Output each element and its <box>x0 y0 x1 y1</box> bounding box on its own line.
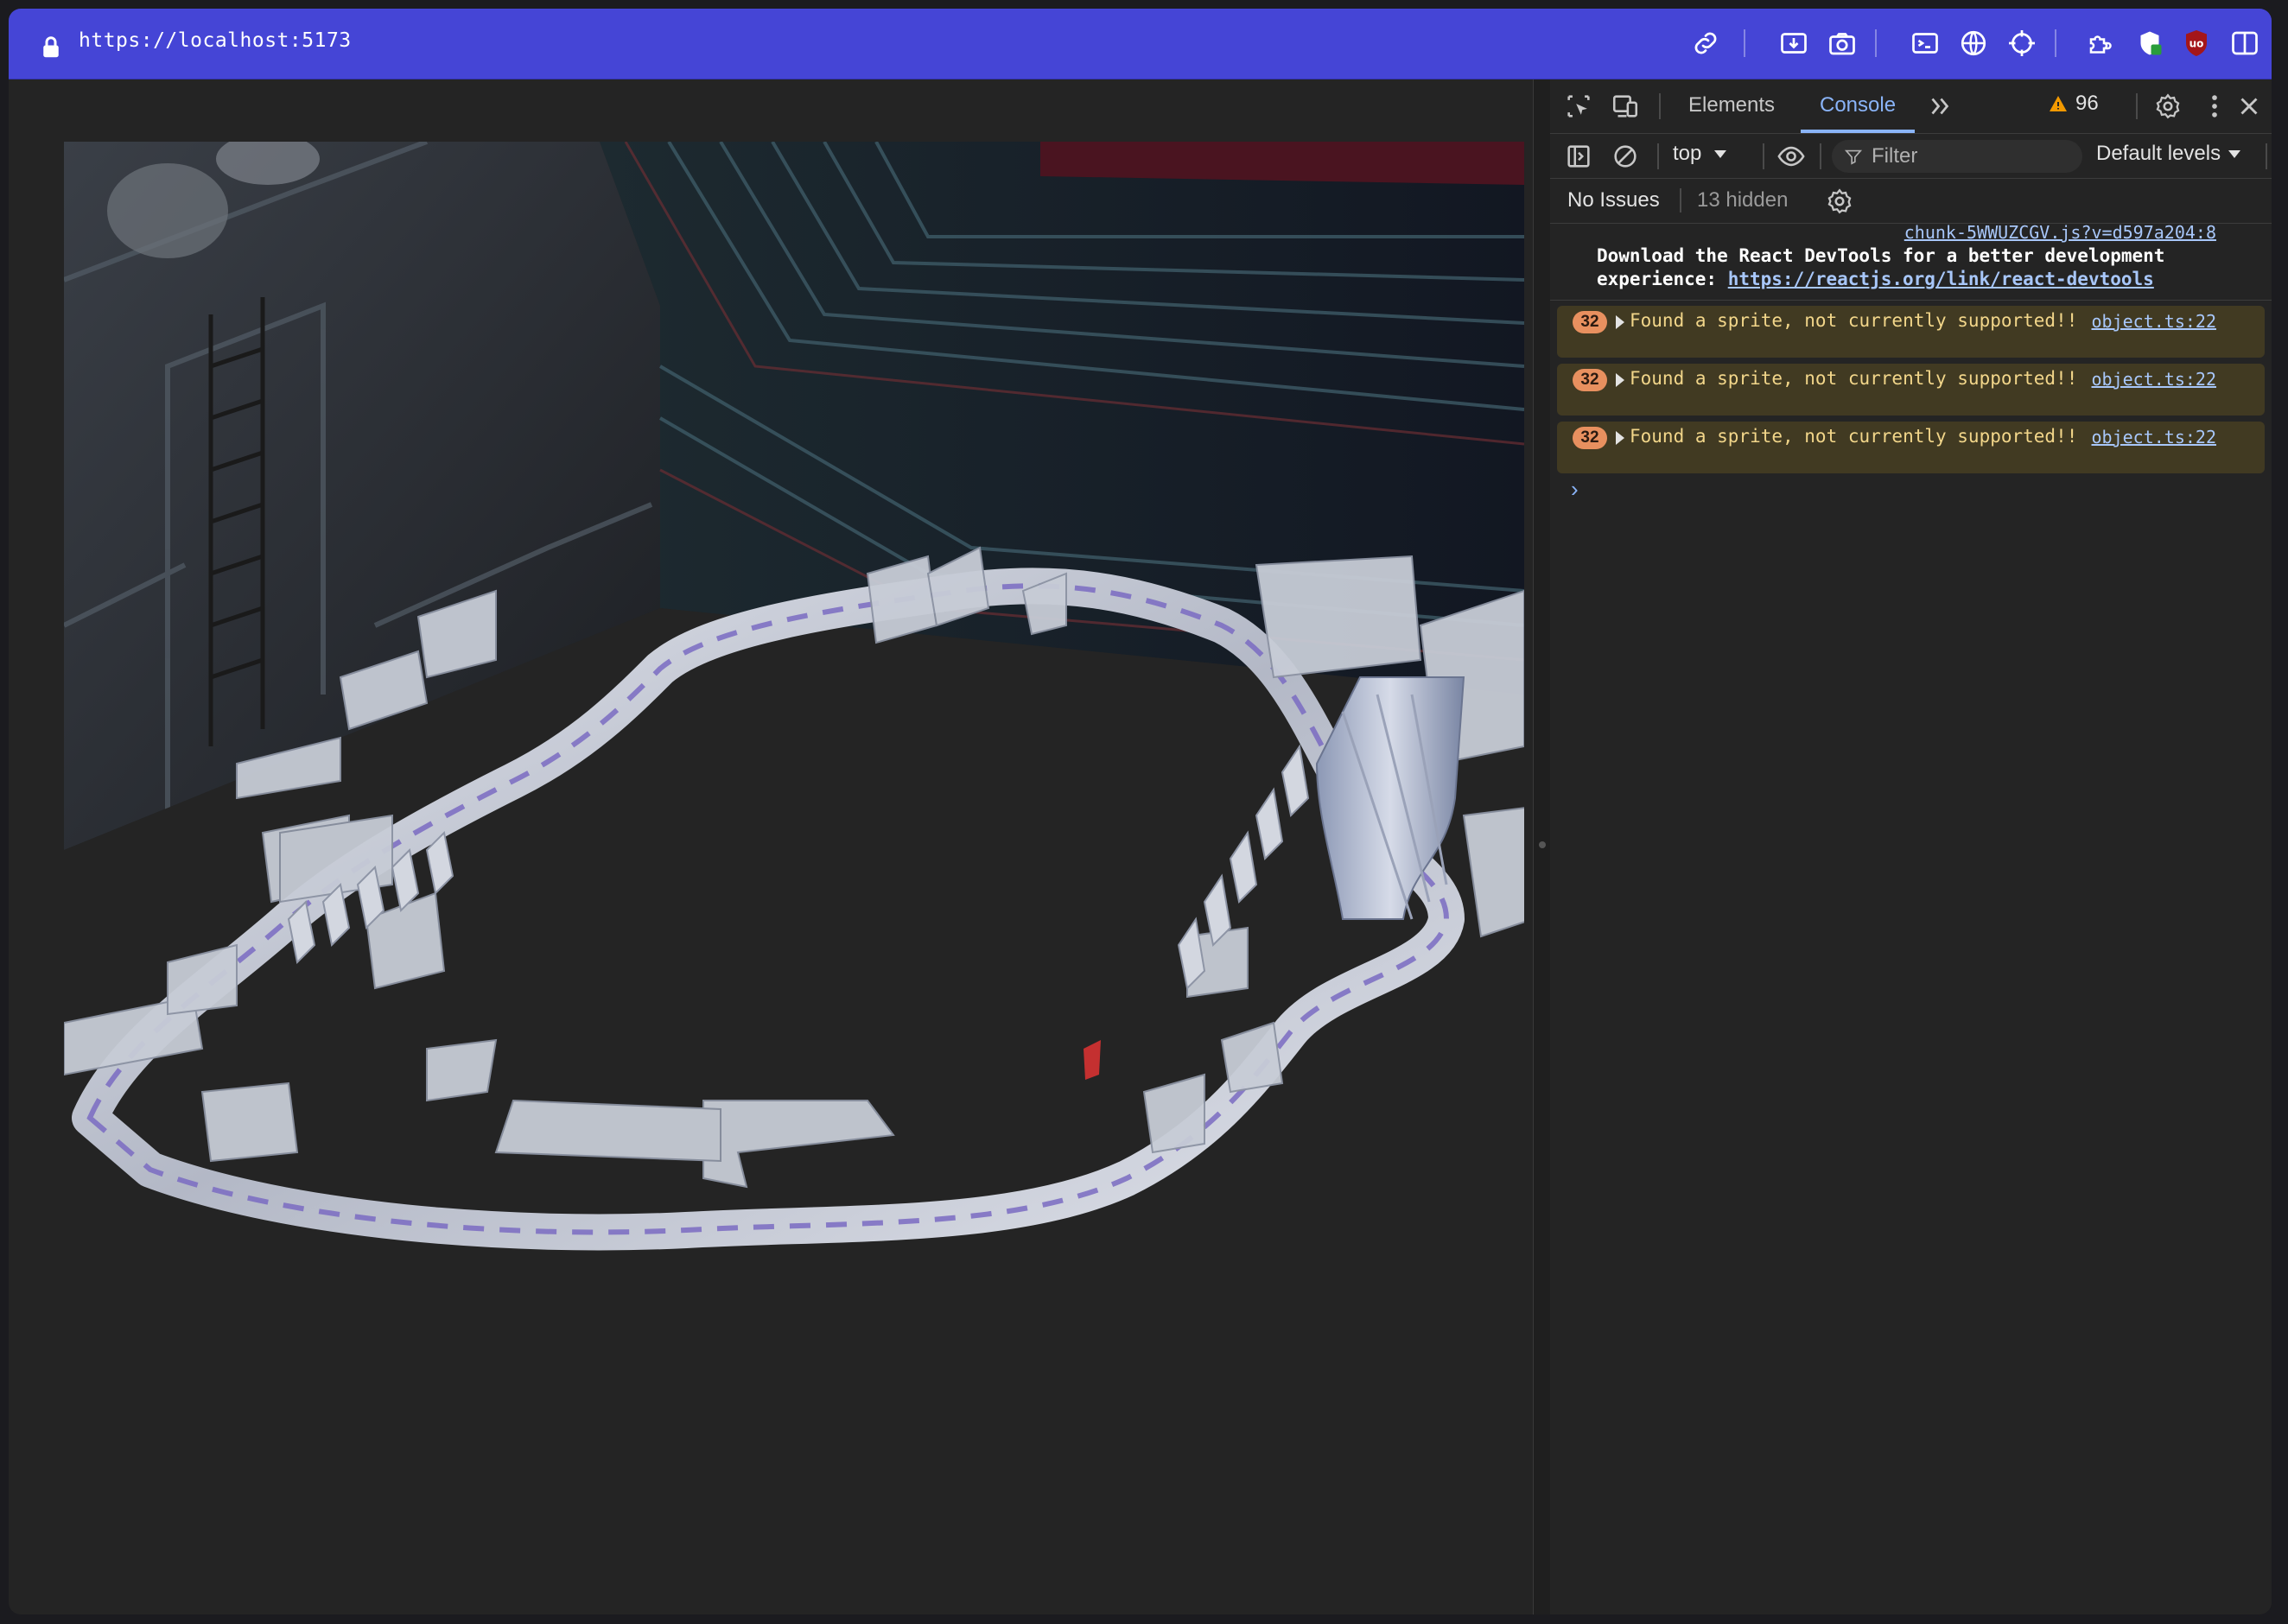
download-icon[interactable] <box>1778 28 1809 59</box>
context-value: top <box>1673 142 1702 165</box>
globe-icon[interactable] <box>1958 28 1989 59</box>
console-warning-message[interactable]: 32 Found a sprite, not currently support… <box>1557 306 2265 358</box>
shield-icon[interactable] <box>2134 28 2165 59</box>
toolbar-separator <box>1680 188 1681 213</box>
console-toolbar: top Default levels <box>1550 133 2272 179</box>
message-source-link[interactable]: object.ts:22 <box>2092 369 2217 390</box>
3d-viewport[interactable] <box>9 79 1533 1614</box>
warning-text: Found a sprite, not currently supported!… <box>1630 368 2078 389</box>
warning-text: Found a sprite, not currently supported!… <box>1630 310 2078 331</box>
warnings-counter[interactable]: 96 <box>2048 92 2099 116</box>
warning-text: Found a sprite, not currently supported!… <box>1630 426 2078 447</box>
browser-window: https://localhost:5173 uo Elements Conso… <box>9 9 2272 1614</box>
devtools-panel: Elements Console 96 top Filter Default l… <box>1550 79 2272 1614</box>
eye-icon[interactable] <box>1776 142 1806 171</box>
warning-icon <box>2050 96 2067 111</box>
console-warning-message[interactable]: 32 Found a sprite, not currently support… <box>1557 422 2265 473</box>
chevron-down-icon <box>1714 150 1727 158</box>
more-tabs-icon[interactable] <box>1925 92 1954 121</box>
message-source-link[interactable]: object.ts:22 <box>2092 427 2217 447</box>
repeat-count-badge: 32 <box>1573 427 1607 449</box>
browser-toolbar: https://localhost:5173 uo <box>9 9 2272 79</box>
message-source-link[interactable]: object.ts:22 <box>2092 311 2217 332</box>
hidden-messages-count: 13 hidden <box>1697 188 1789 212</box>
toolbar-separator <box>2266 143 2267 169</box>
console-prompt[interactable]: › <box>1571 476 1579 503</box>
chevron-down-icon <box>2228 150 2241 158</box>
warnings-count: 96 <box>2075 92 2099 115</box>
svg-text:uo: uo <box>2189 38 2204 50</box>
toolbar-separator <box>1657 143 1659 169</box>
inspect-icon[interactable] <box>1564 92 1593 121</box>
crosshair-icon[interactable] <box>2006 28 2037 59</box>
toolbar-separator <box>2136 93 2138 119</box>
issues-status[interactable]: No Issues <box>1567 188 1660 213</box>
extensions-icon[interactable] <box>2086 28 2117 59</box>
address-bar-url[interactable]: https://localhost:5173 <box>79 29 352 52</box>
settings-icon[interactable] <box>2153 92 2183 121</box>
toolbar-separator <box>1763 143 1764 169</box>
console-messages: chunk-5WWUZCGV.js?v=d597a204:8 Download … <box>1550 222 2272 502</box>
link-icon[interactable] <box>1690 28 1721 59</box>
toolbar-separator <box>1820 143 1821 169</box>
tab-elements[interactable]: Elements <box>1688 93 1775 117</box>
panel-resize-handle[interactable] <box>1533 79 1552 1614</box>
lock-icon[interactable] <box>38 35 64 60</box>
close-icon[interactable] <box>2234 92 2264 121</box>
message-source-link[interactable]: chunk-5WWUZCGV.js?v=d597a204:8 <box>1904 222 2216 243</box>
filter-icon <box>1844 149 1863 165</box>
ublock-icon[interactable]: uo <box>2181 28 2212 59</box>
toolbar-separator <box>1875 29 1877 57</box>
message-text: Download the React DevTools for a better… <box>1597 244 2202 291</box>
console-info-message: chunk-5WWUZCGV.js?v=d597a204:8 Download … <box>1550 222 2272 301</box>
repeat-count-badge: 32 <box>1573 311 1607 333</box>
issues-bar: No Issues 13 hidden <box>1550 178 2272 224</box>
repeat-count-badge: 32 <box>1573 369 1607 391</box>
react-devtools-link[interactable]: https://reactjs.org/link/react-devtools <box>1728 269 2154 289</box>
clear-icon[interactable] <box>1611 142 1640 171</box>
device-icon[interactable] <box>1611 92 1640 121</box>
dock-icon[interactable] <box>1564 142 1593 171</box>
devtools-tab-bar: Elements Console 96 <box>1550 79 2272 134</box>
gear-icon[interactable] <box>1825 187 1852 214</box>
terminal-icon[interactable] <box>1910 28 1941 59</box>
3d-track-scene[interactable] <box>64 142 1524 1316</box>
toolbar-separator <box>1659 93 1661 119</box>
toolbar-separator <box>1744 29 1745 57</box>
sidebar-icon[interactable] <box>2229 28 2260 59</box>
filter-input[interactable] <box>1870 143 2063 169</box>
filter-input-wrapper[interactable] <box>1832 140 2082 173</box>
tab-console[interactable]: Console <box>1820 93 1896 117</box>
resize-grip-dot <box>1539 841 1546 848</box>
console-warning-message[interactable]: 32 Found a sprite, not currently support… <box>1557 364 2265 416</box>
camera-icon[interactable] <box>1827 28 1858 59</box>
log-levels-value: Default levels <box>2096 142 2221 165</box>
menu-icon[interactable] <box>2200 92 2229 121</box>
context-selector[interactable]: top <box>1673 142 1727 166</box>
toolbar-separator <box>2055 29 2056 57</box>
log-levels-dropdown[interactable]: Default levels <box>2096 142 2241 166</box>
